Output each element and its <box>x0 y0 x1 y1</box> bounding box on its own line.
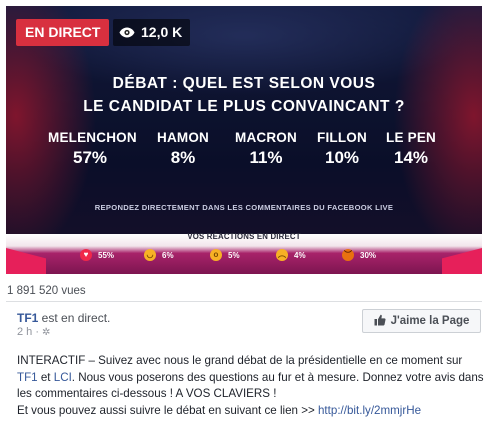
eye-icon <box>119 27 135 38</box>
live-status-text: est en direct. <box>38 311 111 325</box>
lci-link[interactable]: LCI <box>54 371 72 384</box>
comment-call-to-action: REPONDEZ DIRECTEMENT DANS LES COMMENTAIR… <box>94 203 394 212</box>
video-view-count: 1 891 520 vues <box>7 285 86 297</box>
candidate-name: HAMON <box>157 130 209 145</box>
poll-results: MELENCHON 57% HAMON 8% MACRON 11% FILLON… <box>6 130 482 170</box>
candidate-result: HAMON 8% <box>151 130 215 168</box>
candidate-result: LE PEN 14% <box>380 130 442 168</box>
like-page-button[interactable]: J'aime la Page <box>362 309 481 333</box>
candidate-name: MACRON <box>235 130 297 145</box>
wow-icon: o <box>210 249 222 261</box>
candidate-result: MELENCHON 57% <box>48 130 137 168</box>
live-viewers-badge: 12,0 K <box>113 19 191 46</box>
tf1-link[interactable]: TF1 <box>17 371 38 384</box>
reactions-title: VOS RÉACTIONS EN DIRECT <box>187 232 301 241</box>
post-body: INTERACTIF – Suivez avec nous le grand d… <box>17 354 484 417</box>
reaction-sad: ︵ 4% <box>276 249 306 261</box>
angry-icon: ︶ <box>342 249 354 261</box>
live-video-player[interactable]: EN DIRECT 12,0 K DÉBAT : QUEL EST SELON … <box>6 6 482 274</box>
reaction-wow: o 5% <box>210 249 240 261</box>
candidate-result: FILLON 10% <box>311 130 373 168</box>
candidate-percent: 57% <box>72 148 108 167</box>
viewer-count: 12,0 K <box>141 24 183 40</box>
live-badge: EN DIRECT <box>16 19 110 46</box>
thumbs-up-icon <box>374 314 386 329</box>
page-name-link[interactable]: TF1 <box>17 311 38 325</box>
haha-icon: ◡ <box>144 249 156 261</box>
external-url-link[interactable]: http://bit.ly/2mmjrHe <box>318 404 421 417</box>
candidate-percent: 11% <box>249 148 283 167</box>
poll-question: DÉBAT : QUEL EST SELON VOUS LE CANDIDAT … <box>83 75 405 115</box>
sad-icon: ︵ <box>276 249 288 261</box>
candidate-result: MACRON 11% <box>232 130 300 168</box>
reaction-love: ♥ 55% <box>80 249 114 261</box>
reaction-haha: ◡ 6% <box>144 249 174 261</box>
candidate-name: LE PEN <box>386 130 436 145</box>
candidate-percent: 14% <box>393 148 429 167</box>
post-timestamp[interactable]: 2 h · <box>17 326 39 338</box>
reaction-angry: ︶ 30% <box>342 249 377 261</box>
candidate-name: FILLON <box>317 130 367 145</box>
candidate-name: MELENCHON <box>48 130 137 145</box>
candidate-percent: 10% <box>324 148 360 167</box>
post-author-line: TF1 est en direct. <box>17 311 110 325</box>
divider <box>6 301 482 302</box>
post-meta: 2 h · ✲ <box>17 326 50 338</box>
candidate-percent: 8% <box>170 148 196 167</box>
globe-icon: ✲ <box>42 326 51 338</box>
heart-icon: ♥ <box>80 249 92 261</box>
